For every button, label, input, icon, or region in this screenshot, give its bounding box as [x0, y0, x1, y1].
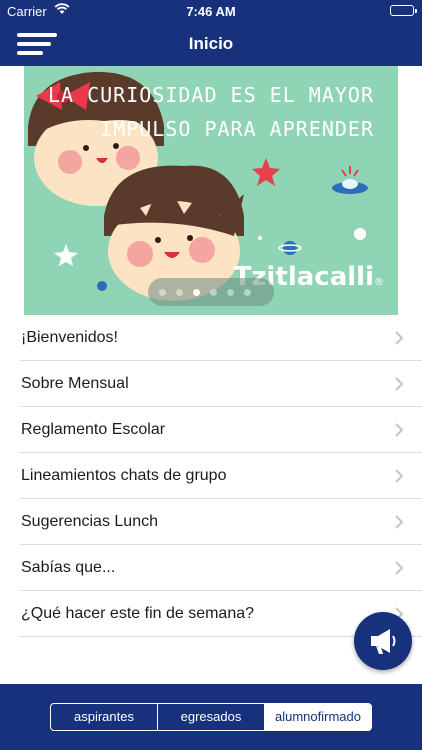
chevron-right-icon	[395, 423, 404, 437]
chevron-right-icon	[395, 561, 404, 575]
banner-headline: LA CURIOSIDAD ES EL MAYOR IMPULSO PARA A…	[48, 78, 374, 146]
page-dot[interactable]	[244, 289, 251, 296]
page-dot[interactable]	[159, 289, 166, 296]
banner-headline-line2: IMPULSO PARA APRENDER	[100, 117, 374, 141]
status-bar: Carrier 7:46 AM	[0, 0, 422, 22]
status-time: 7:46 AM	[186, 4, 236, 19]
list-item-label: ¡Bienvenidos!	[21, 329, 118, 346]
page-dot[interactable]	[176, 289, 183, 296]
page-indicator[interactable]	[148, 278, 274, 306]
list-item-bienvenidos[interactable]: ¡Bienvenidos!	[0, 315, 422, 361]
page-dot[interactable]	[227, 289, 234, 296]
list-item-label: Sobre Mensual	[21, 375, 129, 392]
list-item-label: Sabías que...	[21, 559, 116, 576]
bottom-bar: aspirantes egresados alumnofirmado	[0, 684, 422, 750]
segment-egresados[interactable]: egresados	[158, 704, 265, 730]
list-item-label: Lineamientos chats de grupo	[21, 467, 227, 484]
list-item-sugerencias-lunch[interactable]: Sugerencias Lunch	[0, 499, 422, 545]
page-title: Inicio	[188, 34, 234, 53]
list-item-reglamento-escolar[interactable]: Reglamento Escolar	[0, 407, 422, 453]
segmented-control: aspirantes egresados alumnofirmado	[50, 703, 372, 731]
segment-alumnofirmado[interactable]: alumnofirmado	[265, 704, 371, 730]
brand-mark: ®	[374, 277, 384, 288]
list-item-label: Reglamento Escolar	[21, 421, 166, 438]
battery-icon	[390, 5, 417, 16]
list-item-label: Sugerencias Lunch	[21, 513, 158, 530]
list-item-lineamientos-chats[interactable]: Lineamientos chats de grupo	[0, 453, 422, 499]
megaphone-icon	[371, 629, 396, 654]
navigation-bar: Inicio	[0, 22, 422, 66]
chevron-right-icon	[395, 469, 404, 483]
segment-aspirantes[interactable]: aspirantes	[51, 704, 158, 730]
page-dot[interactable]	[210, 289, 217, 296]
banner-headline-line1: LA CURIOSIDAD ES EL MAYOR	[47, 83, 374, 107]
chevron-right-icon	[395, 331, 404, 345]
list-item-sobre-mensual[interactable]: Sobre Mensual	[0, 361, 422, 407]
list-item-sabias-que[interactable]: Sabías que...	[0, 545, 422, 591]
chevron-right-icon	[395, 377, 404, 391]
page-dot-active[interactable]	[193, 289, 200, 296]
announcements-button[interactable]	[354, 612, 412, 670]
list-item-label: ¿Qué hacer este fin de semana?	[21, 605, 255, 622]
menu-list: ¡Bienvenidos! Sobre Mensual Reglamento E…	[0, 315, 422, 637]
chevron-right-icon	[395, 515, 404, 529]
